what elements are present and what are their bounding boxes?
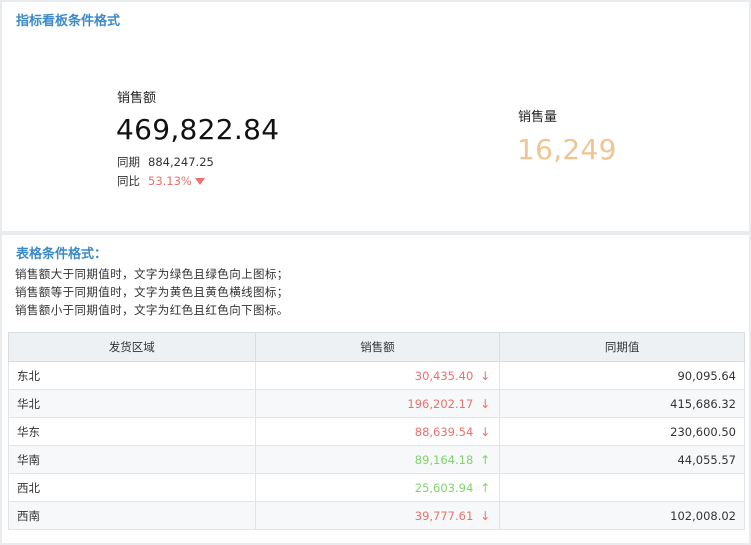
prior-period-value: 884,247.25 <box>148 155 214 169</box>
sales-value: 196,202.17 <box>407 396 474 411</box>
table-row[interactable]: 华南 89,164.18 ↑ 44,055.57 <box>8 445 745 474</box>
prior-period-label: 同期 <box>117 155 140 169</box>
sales-value: 89,164.18 <box>414 452 474 467</box>
yoy-row: 同比 53.13% <box>117 173 205 189</box>
prior-cell: 102,008.02 <box>499 501 745 530</box>
rule-text-equal: 销售额等于同期值时，文字为黄色且黄色横线图标； <box>15 285 289 299</box>
prior-cell: 90,095.64 <box>499 361 745 390</box>
column-header-region[interactable]: 发货区域 <box>8 332 256 362</box>
table-row[interactable]: 华东 88,639.54 ↓ 230,600.50 <box>8 417 745 446</box>
prior-period-row: 同期 884,247.25 <box>117 154 214 170</box>
arrow-down-icon: ↓ <box>480 396 491 411</box>
sales-cell: 196,202.17 ↓ <box>254 389 501 418</box>
sales-cell: 25,603.94 ↑ <box>254 473 501 502</box>
region-cell: 华北 <box>8 389 256 418</box>
column-header-prior[interactable]: 同期值 <box>499 332 745 362</box>
rule-text-greater: 销售额大于同期值时，文字为绿色且绿色向上图标； <box>15 267 289 281</box>
prior-cell <box>499 473 745 502</box>
arrow-down-icon: ↓ <box>480 424 491 439</box>
arrow-up-icon: ↑ <box>480 452 491 467</box>
kpi-panel: 指标看板条件格式 销售额 469,822.84 同期 884,247.25 同比 5… <box>2 2 749 231</box>
yoy-value: 53.13% <box>148 174 192 188</box>
region-cell: 西北 <box>8 473 256 502</box>
column-header-sales[interactable]: 销售额 <box>254 332 501 362</box>
table-row[interactable]: 华北 196,202.17 ↓ 415,686.32 <box>8 389 745 418</box>
prior-cell: 415,686.32 <box>499 389 745 418</box>
sales-amount-label: 销售额 <box>117 91 157 106</box>
table-panel-title: 表格条件格式： <box>16 247 108 262</box>
arrow-up-icon: ↑ <box>480 480 491 495</box>
region-cell: 华南 <box>8 445 256 474</box>
table-row[interactable]: 西北 25,603.94 ↑ <box>8 473 745 502</box>
sales-value: 88,639.54 <box>414 424 474 439</box>
sales-value: 39,777.61 <box>414 508 474 523</box>
sales-volume-value: 16,249 <box>517 133 617 166</box>
arrow-down-icon: ↓ <box>480 368 491 383</box>
sales-cell: 39,777.61 ↓ <box>254 501 501 530</box>
sales-value: 25,603.94 <box>414 480 474 495</box>
sales-table: 发货区域 销售额 同期值 东北 30,435.40 ↓ 90,095.64 华北 196,… <box>8 332 745 530</box>
region-cell: 华东 <box>8 417 256 446</box>
yoy-label: 同比 <box>117 174 140 188</box>
rule-text-less: 销售额小于同期值时，文字为红色且红色向下图标。 <box>15 303 289 317</box>
sales-volume-label: 销售量 <box>518 110 558 125</box>
sales-value: 30,435.40 <box>414 368 474 383</box>
sales-cell: 89,164.18 ↑ <box>254 445 501 474</box>
sales-cell: 30,435.40 ↓ <box>254 361 501 390</box>
table-row[interactable]: 东北 30,435.40 ↓ 90,095.64 <box>8 361 745 390</box>
table-header-row: 发货区域 销售额 同期值 <box>8 332 745 362</box>
sales-cell: 88,639.54 ↓ <box>254 417 501 446</box>
kpi-panel-title: 指标看板条件格式 <box>16 14 121 29</box>
arrow-down-icon: ↓ <box>480 508 491 523</box>
prior-cell: 44,055.57 <box>499 445 745 474</box>
table-panel: 表格条件格式： 销售额大于同期值时，文字为绿色且绿色向上图标； 销售额等于同期值… <box>2 235 749 543</box>
region-cell: 西南 <box>8 501 256 530</box>
table-row[interactable]: 西南 39,777.61 ↓ 102,008.02 <box>8 501 745 530</box>
sales-amount-value: 469,822.84 <box>116 113 280 146</box>
prior-cell: 230,600.50 <box>499 417 745 446</box>
region-cell: 东北 <box>8 361 256 390</box>
triangle-down-icon <box>194 178 205 185</box>
